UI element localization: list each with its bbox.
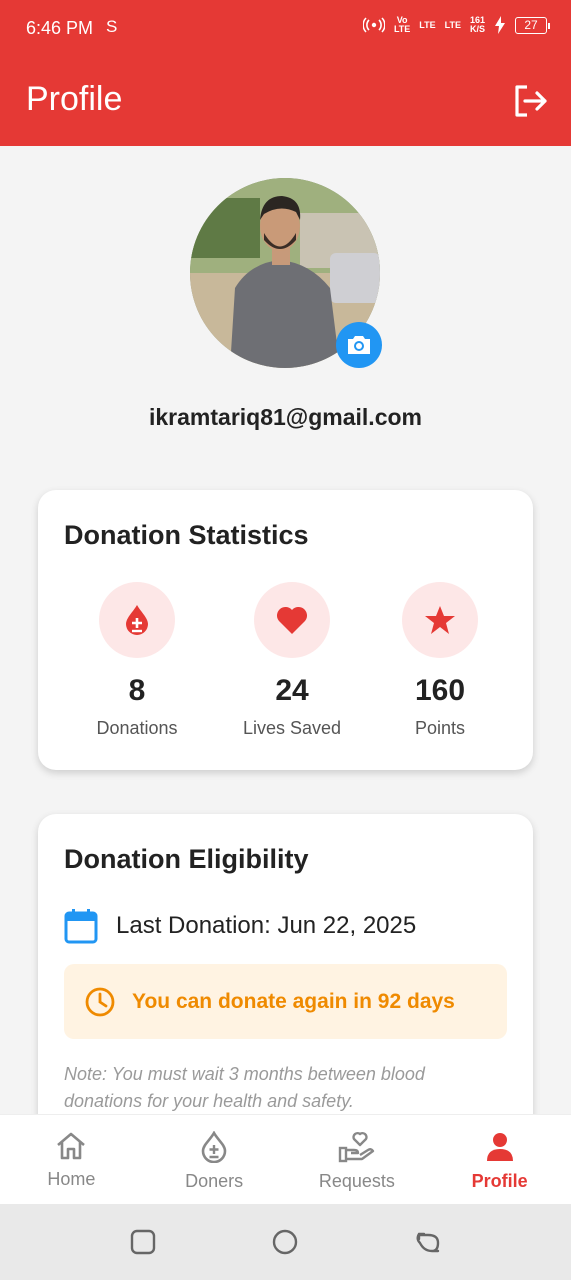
status-time: 6:46 PM [26,18,94,38]
stat-donations: 8 Donations [67,582,207,739]
recent-apps-button[interactable] [130,1229,156,1255]
nav-label: Requests [318,1171,395,1191]
last-donation-text: Last Donation: Jun 22, 2025 [116,912,417,939]
nav-item-home[interactable]: Home [0,1115,143,1204]
hand-heart-icon [338,1131,375,1163]
back-button[interactable] [414,1229,440,1255]
blood-drop-outline-icon [201,1131,227,1163]
page-title: Profile [26,80,123,118]
avatar-container [190,178,382,370]
bottom-nav: Home Doners Requests Profile [0,1114,571,1204]
stat-label: Lives Saved [242,718,342,738]
blood-drop-icon [99,582,175,658]
stat-value: 8 [128,674,146,707]
status-icons: Vo LTE LTE LTE 161 K/S 27 [362,15,550,34]
signal-icon: LTE [419,19,436,30]
nav-label: Doners [185,1171,244,1191]
stat-points: 160 Points [370,582,510,739]
home-icon [57,1132,86,1160]
wait-message: You can donate again in 92 days [132,989,455,1013]
person-icon [486,1133,513,1161]
clock-icon [85,987,115,1016]
stat-lives-saved: 24 Lives Saved [222,582,362,739]
eligibility-status-banner: You can donate again in 92 days [64,964,507,1039]
star-icon [402,582,478,658]
stat-label: Donations [96,718,178,738]
nav-item-requests[interactable]: Requests [286,1115,429,1204]
donation-eligibility-card: Donation Eligibility Last Donation: Jun … [38,814,533,1134]
stat-value: 160 [414,674,466,707]
system-nav-bar [0,1204,571,1280]
camera-icon [348,336,370,354]
nav-item-profile[interactable]: Profile [428,1115,571,1204]
nav-label: Home [47,1169,96,1189]
stat-value: 24 [275,674,309,707]
nav-label: Profile [471,1171,528,1191]
charging-icon [495,16,505,34]
card-title: Donation Eligibility [64,844,309,874]
logout-icon[interactable] [513,83,549,119]
signal-icon-2: LTE [444,19,461,30]
stat-label: Points [414,718,466,738]
volte-indicator: Vo LTE [393,15,411,34]
nav-item-doners[interactable]: Doners [143,1115,286,1204]
card-title: Donation Statistics [64,520,309,550]
change-photo-button[interactable] [336,322,382,368]
hotspot-icon [362,17,385,33]
calendar-icon [64,909,98,944]
home-button[interactable] [272,1229,298,1255]
last-donation-row: Last Donation: Jun 22, 2025 [64,908,416,944]
sim-icon: S [106,17,118,36]
user-email: ikramtariq81@gmail.com [149,404,422,430]
network-speed: 161 K/S [469,15,485,34]
heart-icon [254,582,330,658]
status-bar: 6:46 PM S Vo LTE LTE LTE 161 K/S 27 [0,0,571,58]
eligibility-note: Note: You must wait 3 months between blo… [64,1064,425,1111]
donation-statistics-card: Donation Statistics 8 Donations 24 Lives… [38,490,533,770]
battery-icon: 27 [515,16,550,34]
app-bar: Profile [0,58,571,146]
